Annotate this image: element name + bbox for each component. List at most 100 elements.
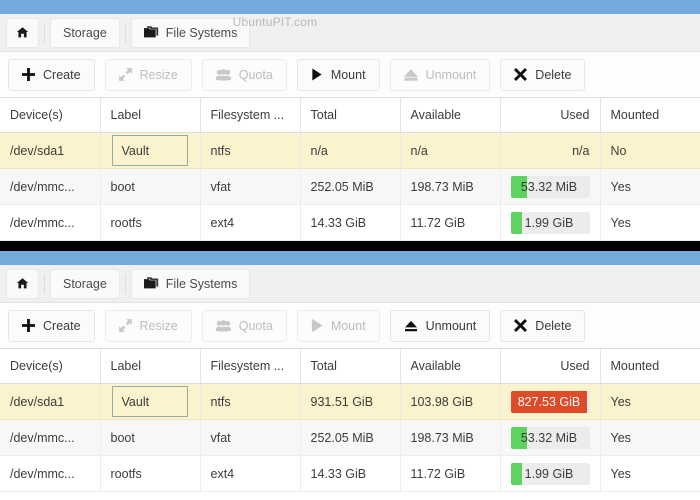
resize-button-label: Resize [139,318,178,333]
cell-available: 198.73 MiB [400,419,501,456]
label-editor[interactable]: Vault [111,386,188,417]
eject-icon [404,320,418,332]
column-header-mounted[interactable]: Mounted [600,98,700,133]
table-row[interactable]: /dev/sda1 Vault ntfs 931.51 GiB 103.98 GiB 82… [0,383,700,420]
create-button[interactable]: Create [8,58,95,91]
usage-bar-label: 1.99 GiB [524,215,574,230]
unmount-button-label: Unmount [425,318,477,333]
cell-label: boot [100,419,201,456]
delete-button[interactable]: Delete [500,309,586,342]
play-icon [311,68,323,81]
cell-used: 1.99 GiB [500,455,601,492]
unmount-button[interactable]: Unmount [389,309,491,342]
toolbar: Create Resize Quota Mount Unmount Delete [0,303,700,349]
column-header-devices[interactable]: Device(s) [0,349,101,384]
breadcrumb-item-file-systems[interactable]: File Systems [130,17,251,48]
usage-bar-label: 53.32 MiB [520,430,578,445]
column-header-available[interactable]: Available [400,98,501,133]
cell-mounted: No [600,132,700,169]
quota-button-label: Quota [238,318,273,333]
table-row[interactable]: /dev/mmc... rootfs ext4 14.33 GiB 11.72 GiB 1… [0,204,700,241]
breadcrumb: Storage File Systems [0,14,700,52]
column-header-filesystem[interactable]: Filesystem ... [200,349,301,384]
usage-bar: 827.53 GiB [510,390,590,413]
breadcrumb-item-storage[interactable]: Storage [50,268,120,299]
column-header-label[interactable]: Label [100,349,201,384]
breadcrumb-file-systems-label: File Systems [165,276,238,291]
cell-mounted: Yes [600,168,700,205]
panel-divider [0,241,700,251]
label-editor[interactable]: Vault [111,135,188,166]
cell-label[interactable]: Vault [100,383,201,420]
column-header-total[interactable]: Total [300,349,401,384]
delete-button[interactable]: Delete [500,58,586,91]
table-row[interactable]: /dev/sda1 Vault ntfs n/a n/a n/a No [0,132,700,169]
breadcrumb-item-file-systems[interactable]: File Systems [130,268,251,299]
column-header-used[interactable]: Used [500,349,601,384]
column-header-available[interactable]: Available [400,349,501,384]
usage-bar-label: 53.32 MiB [520,179,578,194]
cell-used: 53.32 MiB [500,168,601,205]
mount-button: Mount [296,309,380,342]
users-icon [215,319,231,332]
usage-bar-label: 827.53 GiB [517,394,581,409]
table-row[interactable]: /dev/mmc... boot vfat 252.05 MiB 198.73 MiB 5… [0,419,700,456]
x-icon [514,68,528,81]
cell-label-text: Vault [121,394,150,409]
table-wrapper: Device(s) Label Filesystem ... Total Availab… [0,98,700,241]
create-button-label: Create [43,318,81,333]
cell-total: n/a [300,132,401,169]
breadcrumb-separator [44,273,45,294]
cell-available: 198.73 MiB [400,168,501,205]
breadcrumb-home-button[interactable] [6,17,39,48]
cell-mounted: Yes [600,204,700,241]
cell-devices: /dev/mmc... [0,168,101,205]
file-systems-screen: UbuntuPIT.com Storage File Systems Create Re… [0,0,700,492]
breadcrumb-separator [124,273,126,294]
quota-button: Quota [201,58,287,91]
file-systems-table: Device(s) Label Filesystem ... Total Availab… [0,349,700,492]
plus-icon [22,68,35,81]
unmount-button-label: Unmount [425,67,477,82]
table-row[interactable]: /dev/mmc... boot vfat 252.05 MiB 198.73 MiB 5… [0,168,700,205]
resize-button: Resize [104,309,192,342]
table-row[interactable]: /dev/mmc... rootfs ext4 14.33 GiB 11.72 GiB 1… [0,455,700,492]
cell-total: 252.05 MiB [300,419,401,456]
column-header-label[interactable]: Label [100,98,201,133]
usage-bar-label: 1.99 GiB [524,466,574,481]
toolbar: Create Resize Quota Mount Unmount Delete [0,52,700,98]
cell-devices: /dev/mmc... [0,455,101,492]
cell-used: 1.99 GiB [500,204,601,241]
breadcrumb-home-button[interactable] [6,268,39,299]
cell-available: 11.72 GiB [400,455,501,492]
column-header-mounted[interactable]: Mounted [600,349,700,384]
column-header-filesystem[interactable]: Filesystem ... [200,98,301,133]
column-header-used[interactable]: Used [500,98,601,133]
cell-label[interactable]: Vault [100,132,201,169]
column-header-total[interactable]: Total [300,98,401,133]
breadcrumb-item-storage[interactable]: Storage [50,17,120,48]
cell-label: rootfs [100,455,201,492]
breadcrumb-storage-label: Storage [63,276,107,291]
cell-label: rootfs [100,204,201,241]
cell-used: 827.53 GiB [500,383,601,420]
file-systems-table: Device(s) Label Filesystem ... Total Availab… [0,98,700,241]
title-bar [0,251,700,265]
cell-filesystem: ext4 [200,455,301,492]
unmount-button: Unmount [389,58,491,91]
mount-button[interactable]: Mount [296,58,380,91]
cell-devices: /dev/mmc... [0,419,101,456]
cell-total: 14.33 GiB [300,455,401,492]
resize-button: Resize [104,58,192,91]
resize-icon [118,319,132,332]
column-header-devices[interactable]: Device(s) [0,98,101,133]
play-icon [311,319,323,332]
create-button[interactable]: Create [8,309,95,342]
mount-button-label: Mount [330,318,366,333]
usage-bar: 1.99 GiB [510,211,590,234]
create-button-label: Create [43,67,81,82]
cell-label-text: Vault [121,143,150,158]
cell-available: 103.98 GiB [400,383,501,420]
home-icon [16,277,29,290]
folder-stack-icon [143,26,159,39]
